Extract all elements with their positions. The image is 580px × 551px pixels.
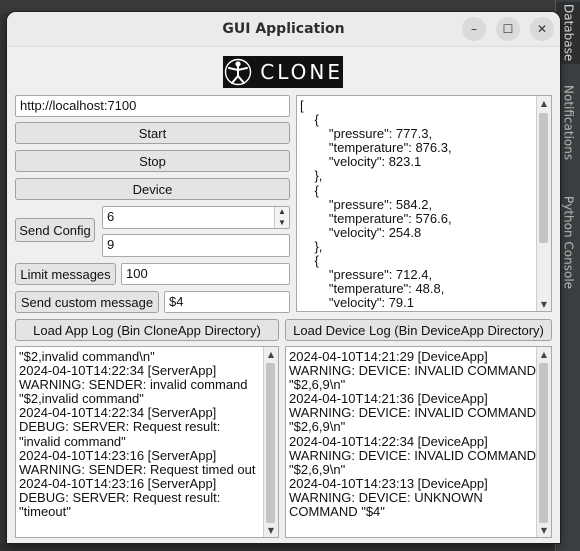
url-input[interactable]: http://localhost:7100 [15, 95, 290, 117]
tab-notifications-label: Notifications [561, 85, 576, 161]
data-json-text: [ { "pressure": 777.3, "temperature": 87… [300, 98, 452, 311]
scroll-down-icon[interactable]: ▼ [537, 297, 551, 311]
maximize-button[interactable]: ☐ [496, 17, 520, 41]
background-editor-strip [0, 14, 7, 551]
scroll-up-icon[interactable]: ▲ [537, 347, 551, 361]
spin-up-icon[interactable]: ▲ [275, 207, 289, 218]
app-log-view[interactable]: "$2,invalid command\n" 2024-04-10T14:22:… [15, 346, 279, 538]
spinbox-arrows[interactable]: ▲ ▼ [274, 207, 289, 228]
data-text-view[interactable]: [ { "pressure": 777.3, "temperature": 87… [296, 95, 552, 312]
config-field-2[interactable]: 9 [102, 234, 290, 257]
minimize-button[interactable]: – [462, 17, 486, 41]
logo-text: CLONE [260, 60, 343, 84]
config-spinbox[interactable]: 6 ▲ ▼ [102, 206, 290, 229]
title-bar[interactable]: GUI Application – ☐ ✕ [7, 12, 560, 47]
scroll-thumb[interactable] [266, 363, 275, 523]
load-app-log-button[interactable]: Load App Log (Bin CloneApp Directory) [15, 319, 279, 341]
maximize-icon: ☐ [502, 22, 514, 36]
load-device-log-button[interactable]: Load Device Log (Bin DeviceApp Directory… [285, 319, 552, 341]
scroll-up-icon[interactable]: ▲ [264, 347, 278, 361]
app-window: GUI Application – ☐ ✕ CLONE http://local… [7, 12, 560, 543]
scroll-thumb[interactable] [539, 113, 548, 243]
scroll-up-icon[interactable]: ▲ [537, 96, 551, 110]
close-icon: ✕ [536, 22, 548, 36]
app-log-scrollbar[interactable]: ▲ ▼ [263, 347, 278, 537]
stop-button[interactable]: Stop [15, 150, 290, 172]
spin-down-icon[interactable]: ▼ [275, 218, 289, 229]
tab-python-console-label: Python Console [561, 195, 576, 290]
send-config-button[interactable]: Send Config [15, 218, 95, 242]
app-log-text: "$2,invalid command\n" 2024-04-10T14:22:… [19, 349, 256, 520]
scroll-thumb[interactable] [539, 363, 548, 523]
limit-messages-button[interactable]: Limit messages [15, 263, 116, 285]
background-bottom-strip [0, 543, 555, 551]
data-view-scrollbar[interactable]: ▲ ▼ [536, 96, 551, 311]
scroll-down-icon[interactable]: ▼ [264, 523, 278, 537]
tab-database-label: Database [561, 4, 576, 62]
config-spinbox-value: 6 [107, 209, 115, 224]
device-log-view[interactable]: 2024-04-10T14:21:29 [DeviceApp] WARNING:… [285, 346, 552, 538]
limit-messages-field[interactable]: 100 [121, 263, 290, 285]
custom-message-field[interactable]: $4 [164, 291, 290, 313]
vitruvian-figure-icon [223, 56, 252, 88]
send-custom-message-button[interactable]: Send custom message [15, 291, 159, 313]
minimize-icon: – [471, 22, 477, 36]
device-log-scrollbar[interactable]: ▲ ▼ [536, 347, 551, 537]
start-button[interactable]: Start [15, 122, 290, 144]
scroll-down-icon[interactable]: ▼ [537, 523, 551, 537]
device-log-text: 2024-04-10T14:21:29 [DeviceApp] WARNING:… [289, 349, 537, 520]
close-button[interactable]: ✕ [530, 17, 554, 41]
logo: CLONE [223, 56, 343, 88]
device-button[interactable]: Device [15, 178, 290, 200]
